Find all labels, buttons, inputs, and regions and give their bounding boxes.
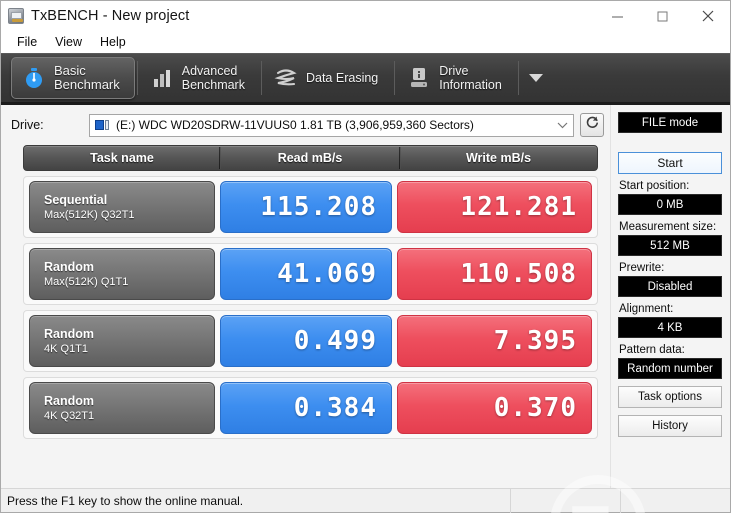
measurement-size-field[interactable]: 512 MB — [618, 235, 722, 256]
menu-file[interactable]: File — [9, 33, 45, 52]
maximize-button[interactable] — [640, 1, 685, 31]
prewrite-field[interactable]: Disabled — [618, 276, 722, 297]
chevron-down-icon[interactable] — [528, 74, 543, 82]
task-title: Random — [44, 259, 94, 274]
read-value-cell: 41.069 — [220, 248, 392, 300]
menu-view[interactable]: View — [47, 33, 90, 52]
tab-basic-benchmark-label: Basic Benchmark — [54, 63, 120, 92]
task-subtitle: 4K Q32T1 — [44, 409, 95, 422]
tab-data-erasing-label: Data Erasing — [305, 71, 379, 85]
tab-divider — [394, 61, 396, 95]
stopwatch-icon — [22, 66, 46, 90]
minimize-button[interactable] — [595, 1, 640, 31]
drive-label: Drive: — [11, 118, 44, 132]
tab-advanced-benchmark-label: Advanced Benchmark — [181, 64, 245, 92]
tab-drive-information[interactable]: Drive Information — [397, 57, 516, 99]
benchmark-pane: Drive: (E:) WDC WD20SDRW-11VUUS0 1.81 TB… — [1, 105, 611, 488]
column-header-write: Write mB/s — [399, 147, 597, 169]
pattern-data-field[interactable]: Random number — [618, 358, 722, 379]
tab-drive-information-label: Drive Information — [439, 64, 502, 92]
write-value-cell: 0.370 — [397, 382, 592, 434]
tab-divider — [260, 61, 262, 95]
options-sidebar: FILE mode Start Start position: 0 MB Mea… — [611, 105, 730, 488]
hard-drive-icon — [95, 119, 110, 131]
write-value-cell: 110.508 — [397, 248, 592, 300]
pattern-data-label: Pattern data: — [619, 344, 685, 356]
start-position-field[interactable]: 0 MB — [618, 194, 722, 215]
tab-divider — [136, 61, 138, 95]
tab-divider — [517, 61, 519, 95]
status-bar: Press the F1 key to show the online manu… — [1, 488, 730, 513]
title-bar: TxBENCH - New project — [1, 1, 730, 31]
history-button[interactable]: History — [618, 415, 722, 437]
results-table-header: Task name Read mB/s Write mB/s — [23, 145, 598, 171]
column-header-task-name: Task name — [90, 151, 154, 165]
tab-data-erasing[interactable]: Data Erasing — [264, 57, 392, 99]
start-position-label: Start position: — [619, 180, 690, 192]
measurement-size-label: Measurement size: — [619, 221, 717, 233]
status-message: Press the F1 key to show the online manu… — [7, 493, 244, 508]
status-panel-2 — [510, 488, 620, 513]
menu-help[interactable]: Help — [92, 33, 134, 52]
task-options-button[interactable]: Task options — [618, 386, 722, 408]
read-value-cell: 0.384 — [220, 382, 392, 434]
chevron-down-icon[interactable] — [553, 121, 571, 129]
task-name-cell[interactable]: Random Max(512K) Q1T1 — [29, 248, 215, 300]
prewrite-label: Prewrite: — [619, 262, 665, 274]
task-title: Random — [44, 393, 94, 408]
menu-bar: File View Help — [1, 31, 730, 53]
table-row[interactable]: Random 4K Q1T1 0.499 7.395 — [23, 310, 598, 372]
task-name-cell[interactable]: Random 4K Q32T1 — [29, 382, 215, 434]
task-title: Sequential — [44, 192, 108, 207]
window-controls — [595, 1, 730, 31]
drive-select[interactable]: (E:) WDC WD20SDRW-11VUUS0 1.81 TB (3,906… — [89, 113, 574, 137]
drive-selector-row: Drive: (E:) WDC WD20SDRW-11VUUS0 1.81 TB… — [1, 108, 610, 142]
task-name-cell[interactable]: Random 4K Q1T1 — [29, 315, 215, 367]
app-icon — [8, 8, 24, 24]
alignment-field[interactable]: 4 KB — [618, 317, 722, 338]
refresh-icon — [585, 115, 600, 135]
drive-selected-value: (E:) WDC WD20SDRW-11VUUS0 1.81 TB (3,906… — [116, 118, 474, 132]
task-title: Random — [44, 326, 94, 341]
table-row[interactable]: Random Max(512K) Q1T1 41.069 110.508 — [23, 243, 598, 305]
write-value-cell: 7.395 — [397, 315, 592, 367]
eraser-icon — [274, 66, 298, 90]
write-value-cell: 121.281 — [397, 181, 592, 233]
task-subtitle: 4K Q1T1 — [44, 342, 89, 355]
task-name-cell[interactable]: Sequential Max(512K) Q32T1 — [29, 181, 215, 233]
table-row[interactable]: Random 4K Q32T1 0.384 0.370 — [23, 377, 598, 439]
bar-chart-icon — [150, 66, 174, 90]
refresh-drives-button[interactable] — [580, 113, 604, 137]
tab-basic-benchmark[interactable]: Basic Benchmark — [11, 57, 135, 99]
window-title: TxBENCH - New project — [31, 8, 190, 24]
txbench-window: TxBENCH - New project File View Help Bas… — [0, 0, 731, 513]
main-content: Drive: (E:) WDC WD20SDRW-11VUUS0 1.81 TB… — [1, 105, 730, 513]
tab-toolbar: Basic Benchmark Advanced Benchmark Data … — [1, 53, 730, 105]
read-value-cell: 115.208 — [220, 181, 392, 233]
alignment-label: Alignment: — [619, 303, 674, 315]
file-mode-button[interactable]: FILE mode — [618, 112, 722, 133]
start-button[interactable]: Start — [618, 152, 722, 174]
status-panel-3 — [620, 488, 730, 513]
task-subtitle: Max(512K) Q32T1 — [44, 208, 135, 221]
column-header-read: Read mB/s — [219, 147, 400, 169]
drive-info-icon — [407, 66, 431, 90]
read-value-cell: 0.499 — [220, 315, 392, 367]
task-subtitle: Max(512K) Q1T1 — [44, 275, 129, 288]
close-button[interactable] — [685, 1, 730, 31]
results-table: Task name Read mB/s Write mB/s Sequentia… — [23, 145, 598, 488]
table-row[interactable]: Sequential Max(512K) Q32T1 115.208 121.2… — [23, 176, 598, 238]
tab-advanced-benchmark[interactable]: Advanced Benchmark — [140, 57, 259, 99]
